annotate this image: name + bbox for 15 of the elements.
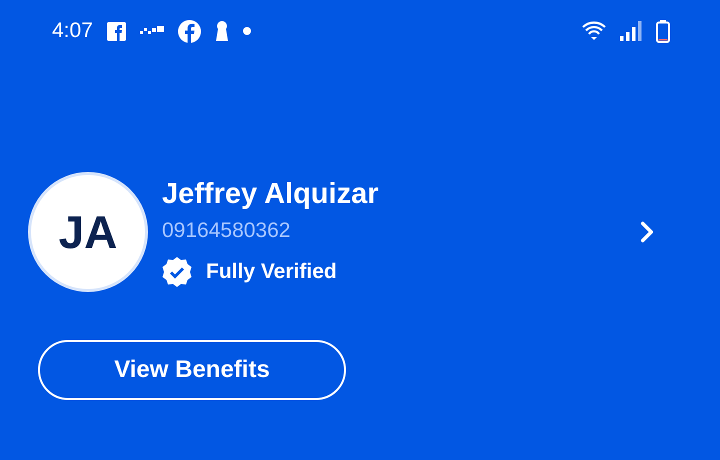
- view-benefits-button[interactable]: View Benefits: [38, 340, 346, 400]
- status-time: 4:07: [52, 18, 93, 44]
- avatar: JA: [28, 172, 148, 292]
- profile-name: Jeffrey Alquizar: [162, 177, 378, 212]
- verification-status: Fully Verified: [206, 259, 337, 286]
- keyhole-icon: [214, 21, 229, 41]
- wifi-icon: [582, 21, 606, 41]
- square-app-icon: [106, 22, 126, 40]
- circle-app-icon: [178, 20, 201, 42]
- signal-icon: [620, 21, 642, 41]
- dot-icon: [242, 27, 251, 35]
- battery-icon: [656, 20, 670, 42]
- dots-icon: [140, 25, 164, 37]
- verified-badge-icon: [162, 257, 192, 287]
- phone-number: 09164580362: [162, 218, 292, 244]
